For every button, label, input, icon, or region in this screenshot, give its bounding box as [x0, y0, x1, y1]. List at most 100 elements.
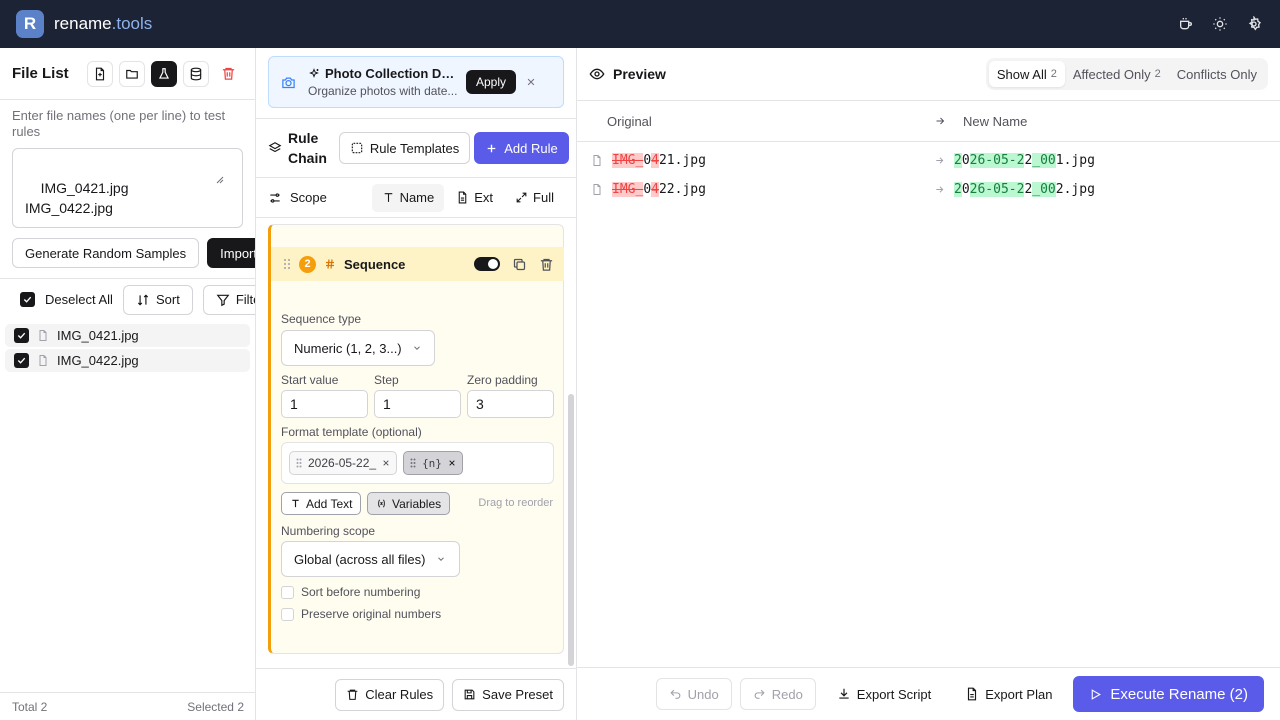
rule-enabled-toggle[interactable] — [474, 257, 500, 271]
close-icon[interactable] — [526, 77, 536, 87]
file-text-icon — [968, 687, 977, 701]
export-script-button[interactable]: Export Script — [824, 678, 944, 710]
database-button[interactable] — [183, 60, 209, 87]
duplicate-icon[interactable] — [512, 257, 527, 272]
add-text-button[interactable]: Add Text — [281, 492, 362, 515]
selected-count: Selected 2 — [187, 699, 244, 714]
zero-padding-input[interactable]: 3 — [467, 390, 554, 418]
start-value-input[interactable]: 1 — [281, 390, 368, 418]
rule-header: 2 Sequence — [271, 247, 564, 281]
file-list-item[interactable]: IMG_0421.jpg — [5, 324, 250, 347]
rule-templates-button[interactable]: Rule Templates — [338, 132, 471, 164]
preset-title: Photo Collection Det... — [325, 66, 458, 81]
plus-icon — [487, 144, 496, 152]
tab-conflicts-only[interactable]: Conflicts Only — [1169, 61, 1265, 87]
export-plan-button[interactable]: Export Plan — [952, 678, 1065, 710]
column-new-name: New Name — [963, 113, 1028, 129]
numbering-scope-select[interactable]: Global (across all files) — [281, 541, 460, 577]
save-preset-button[interactable]: Save Preset — [452, 678, 564, 711]
clear-rules-button[interactable]: Clear Rules — [335, 678, 445, 711]
preset-subtitle: Organize photos with date... — [308, 84, 458, 98]
new-name: 2026-05-22_002.jpg — [954, 182, 1095, 197]
sort-before-option[interactable]: Sort before numbering — [281, 585, 420, 599]
original-name: IMG_0422.jpg — [612, 182, 706, 197]
add-file-button[interactable] — [87, 60, 113, 87]
preview-row[interactable]: IMG_0421.jpg 2026-05-22_001.jpg — [577, 146, 1280, 175]
file-icon — [37, 354, 49, 367]
step-input[interactable]: 1 — [374, 390, 461, 418]
rules-scrollbar[interactable] — [568, 394, 574, 666]
redo-button[interactable]: Redo — [739, 678, 816, 710]
close-icon — [383, 460, 389, 466]
settings-gear-icon[interactable] — [1244, 14, 1264, 34]
zero-padding-label: Zero padding — [467, 373, 538, 387]
sort-button[interactable]: Sort — [123, 284, 193, 315]
scope-option-full[interactable]: Full — [505, 184, 564, 212]
template-chip-variable[interactable]: {n} — [403, 451, 463, 475]
file-icon — [37, 329, 49, 342]
add-folder-button[interactable] — [119, 60, 145, 87]
filter-button[interactable]: Filter — [202, 284, 255, 315]
file-icon — [591, 183, 603, 196]
generate-samples-button[interactable]: Generate Random Samples — [12, 238, 200, 268]
rule-card-sequence: 2 Sequence Sequence type Numeric (1, 2, … — [268, 224, 564, 654]
file-icon — [591, 154, 603, 167]
import-button[interactable]: Import — [207, 238, 255, 268]
hash-icon — [324, 258, 336, 270]
top-bar: R rename.tools — [0, 0, 1280, 48]
scope-option-ext[interactable]: Ext — [446, 184, 503, 212]
format-template-builder[interactable]: 2026-05-22_ {n} — [281, 442, 554, 484]
template-chip-text[interactable]: 2026-05-22_ — [289, 451, 398, 475]
file-list-panel: File List Enter file names (one per line… — [0, 48, 256, 720]
app-logo: R — [16, 10, 44, 38]
file-list-item[interactable]: IMG_0422.jpg — [5, 349, 250, 372]
preview-panel: Preview Show All 2 Affected Only 2 Conflic… — [577, 48, 1280, 720]
preserve-numbers-option[interactable]: Preserve original numbers — [281, 607, 441, 621]
test-mode-flask-button[interactable] — [151, 60, 177, 87]
preview-row[interactable]: IMG_0422.jpg 2026-05-22_002.jpg — [577, 175, 1280, 204]
redo-icon — [754, 689, 765, 699]
file-list: IMG_0421.jpg IMG_0422.jpg — [0, 320, 255, 378]
drag-hint: Drag to reorder — [478, 497, 553, 509]
download-icon — [839, 688, 849, 699]
preserve-numbers-checkbox[interactable] — [281, 607, 294, 621]
add-rule-button[interactable]: Add Rule — [474, 132, 569, 164]
format-template-label: Format template (optional) — [281, 425, 422, 439]
preview-title: Preview — [613, 66, 666, 82]
tab-show-all[interactable]: Show All 2 — [988, 61, 1065, 87]
expand-icon — [516, 192, 527, 203]
rules-scroll-area: 2 Sequence Sequence type Numeric (1, 2, … — [268, 224, 564, 654]
resize-grip-icon[interactable] — [216, 136, 239, 224]
file-list-title: File List — [12, 65, 69, 82]
trash-icon — [347, 689, 358, 700]
new-name: 2026-05-22_001.jpg — [954, 153, 1095, 168]
arrow-right-icon — [934, 184, 945, 195]
undo-button[interactable]: Undo — [655, 678, 732, 710]
sort-before-checkbox[interactable] — [281, 585, 294, 599]
rule-chain-title: Rule Chain — [288, 130, 327, 166]
sequence-type-select[interactable]: Numeric (1, 2, 3...) — [281, 330, 435, 366]
column-original: Original — [607, 113, 652, 129]
clear-files-trash-button[interactable] — [215, 60, 241, 87]
file-checkbox[interactable] — [14, 353, 29, 368]
variables-button[interactable]: Variables — [367, 492, 451, 515]
file-name: IMG_0422.jpg — [57, 353, 139, 368]
preset-suggestion-card: Photo Collection Det... Organize photos … — [268, 56, 564, 108]
rule-chain-panel: Photo Collection Det... Organize photos … — [256, 48, 577, 720]
execute-rename-button[interactable]: Execute Rename (2) — [1073, 676, 1264, 712]
scope-option-name[interactable]: Name — [371, 183, 445, 212]
tab-affected-only[interactable]: Affected Only 2 — [1065, 61, 1169, 87]
play-icon — [1092, 688, 1102, 700]
apply-preset-button[interactable]: Apply — [466, 70, 517, 94]
theme-sun-icon[interactable] — [1210, 14, 1230, 34]
file-name: IMG_0421.jpg — [57, 328, 139, 343]
step-label: Step — [374, 373, 399, 387]
delete-rule-trash-icon[interactable] — [539, 257, 554, 272]
select-all-checkbox[interactable] — [20, 292, 35, 307]
drag-handle-icon[interactable] — [283, 258, 291, 270]
file-checkbox[interactable] — [14, 328, 29, 343]
coffee-icon[interactable] — [1176, 14, 1196, 34]
file-names-textarea[interactable]: IMG_0421.jpg IMG_0422.jpg — [12, 148, 243, 228]
rule-name: Sequence — [344, 256, 406, 272]
variable-icon — [378, 499, 385, 508]
